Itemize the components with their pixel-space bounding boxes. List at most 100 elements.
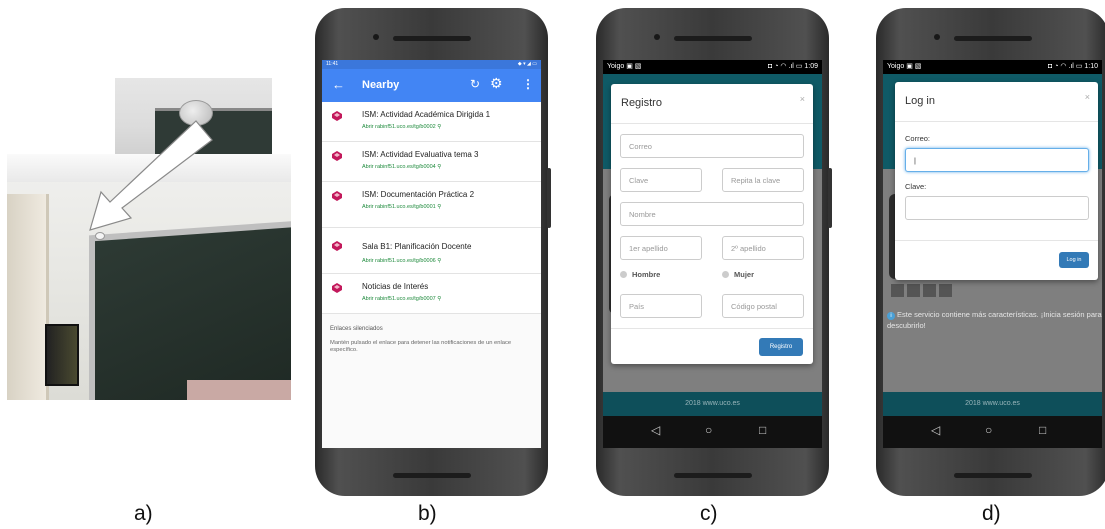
- speaker-top: [954, 36, 1032, 41]
- radio-mujer[interactable]: Mujer: [722, 270, 754, 279]
- beacon-icon: [332, 283, 342, 293]
- beacon-icon: [332, 151, 342, 161]
- info-icon: i: [887, 312, 895, 320]
- postal-code-field[interactable]: Código postal: [722, 294, 804, 318]
- status-bar: Yoigo ▣ ▧ ◘ ◔ ◠ .ıl ▭ 1:09: [603, 60, 822, 74]
- web-footer: 2018 www.uco.es: [883, 392, 1102, 416]
- list-item[interactable]: ISM: Actividad Académica Dirigida 1 Abri…: [322, 102, 541, 142]
- modal-header: Log in ×: [895, 82, 1098, 122]
- login-button[interactable]: Log in: [1059, 252, 1089, 268]
- back-icon[interactable]: ◁: [651, 423, 660, 437]
- ceiling: [7, 154, 291, 182]
- app-title: Nearby: [362, 79, 400, 91]
- speaker-bottom: [674, 473, 752, 478]
- country-field[interactable]: País: [620, 294, 702, 318]
- item-title: ISM: Actividad Académica Dirigida 1: [362, 110, 491, 119]
- status-icons: ◘ ◔ ◠ .ıl ▭ 1:10: [1048, 63, 1098, 70]
- close-icon[interactable]: ×: [1085, 92, 1090, 102]
- power-button: [547, 168, 551, 228]
- modal-header: Registro ×: [611, 84, 813, 124]
- photo-beacon-closeup: [115, 78, 272, 158]
- list-item[interactable]: Noticias de Interés Abrir rabinf51.uco.e…: [322, 274, 541, 314]
- list-item[interactable]: Sala B1: Planificación Docente Abrir rab…: [322, 228, 541, 274]
- status-bar: 11:41 ◆ ▾ ◢ ▭: [322, 60, 541, 69]
- recents-icon[interactable]: □: [1039, 423, 1046, 437]
- item-url[interactable]: Abrir rabinf51.uco.es/tg/b0002 ⚲: [362, 124, 441, 130]
- name-field[interactable]: Nombre: [620, 202, 804, 226]
- modal-title: Registro: [621, 97, 662, 109]
- item-title: Sala B1: Planificación Docente: [362, 242, 472, 251]
- surname2-field[interactable]: 2º apellido: [722, 236, 804, 260]
- web-squares: [891, 284, 955, 302]
- list-item[interactable]: ISM: Documentación Práctica 2 Abrir rabi…: [322, 182, 541, 228]
- android-navbar: ◁ ○ □: [883, 416, 1102, 448]
- app-bar: ← Nearby ↻ ⚙ ⋮: [322, 69, 541, 102]
- radio-label: Mujer: [734, 270, 755, 279]
- status-carrier: Yoigo ▣ ▧: [887, 63, 922, 70]
- list-item[interactable]: ISM: Actividad Evaluativa tema 3 Abrir r…: [322, 142, 541, 182]
- speaker-top: [393, 36, 471, 41]
- wall-box: [45, 324, 79, 386]
- radio-hombre[interactable]: Hombre: [620, 270, 660, 279]
- beacon-icon: [332, 191, 342, 201]
- phone-registro: Yoigo ▣ ▧ ◘ ◔ ◠ .ıl ▭ 1:09 2018 www.uco.…: [596, 8, 832, 496]
- home-icon[interactable]: ○: [705, 423, 712, 437]
- back-icon[interactable]: ◁: [931, 423, 940, 437]
- item-url[interactable]: Abrir rabinf51.uco.es/tg/b0006 ⚲: [362, 258, 441, 264]
- chalkboard: [95, 226, 291, 400]
- phone-login: Yoigo ▣ ▧ ◘ ◔ ◠ .ıl ▭ 1:10 i Este servici…: [876, 8, 1105, 496]
- status-icons: ◆ ▾ ◢ ▭: [517, 61, 537, 67]
- modal-title: Log in: [905, 95, 935, 107]
- item-url[interactable]: Abrir rabinf51.uco.es/tg/b0004 ⚲: [362, 164, 441, 170]
- screen-login: Yoigo ▣ ▧ ◘ ◔ ◠ .ıl ▭ 1:10 i Este servici…: [883, 60, 1102, 448]
- item-title: Noticias de Interés: [362, 282, 429, 291]
- muted-text: Mantén pulsado el enlace para detener la…: [330, 340, 512, 353]
- info-message: i Este servicio contiene más característi…: [887, 309, 1102, 331]
- beacon-icon: [332, 241, 342, 251]
- radio-label: Hombre: [632, 270, 661, 279]
- chalkboard-edge: [155, 108, 272, 158]
- registro-button[interactable]: Registro: [759, 338, 803, 356]
- floor-object: [187, 380, 291, 400]
- surname1-field[interactable]: 1er apellido: [620, 236, 702, 260]
- item-title: ISM: Documentación Práctica 2: [362, 190, 475, 199]
- front-camera: [654, 34, 660, 40]
- more-vert-icon[interactable]: ⋮: [522, 77, 534, 91]
- speaker-bottom: [954, 473, 1032, 478]
- phone-nearby: 11:41 ◆ ▾ ◢ ▭ ← Nearby ↻ ⚙ ⋮ ISM: Activi…: [315, 8, 551, 496]
- email-field[interactable]: |: [905, 148, 1089, 172]
- screen-registro: Yoigo ▣ ▧ ◘ ◔ ◠ .ıl ▭ 1:09 2018 www.uco.…: [603, 60, 822, 448]
- front-camera: [934, 34, 940, 40]
- refresh-icon[interactable]: ↻: [470, 77, 480, 91]
- status-bar: Yoigo ▣ ▧ ◘ ◔ ◠ .ıl ▭ 1:10: [883, 60, 1102, 74]
- password-label: Clave:: [905, 182, 927, 191]
- close-icon[interactable]: ×: [800, 94, 805, 104]
- password-field[interactable]: [905, 196, 1089, 220]
- home-icon[interactable]: ○: [985, 423, 992, 437]
- muted-links-section: Enlaces silenciados Mantén pulsado el en…: [322, 314, 541, 366]
- front-camera: [373, 34, 379, 40]
- gear-icon[interactable]: ⚙: [490, 75, 503, 92]
- radio-dot-icon: [620, 271, 627, 278]
- email-field[interactable]: Correo: [620, 134, 804, 158]
- item-url[interactable]: Abrir rabinf51.uco.es/tg/b0001 ⚲: [362, 204, 441, 210]
- password-field[interactable]: Clave: [620, 168, 702, 192]
- radio-dot-icon: [722, 271, 729, 278]
- muted-heading: Enlaces silenciados: [330, 326, 383, 332]
- back-arrow-icon[interactable]: ←: [332, 77, 345, 92]
- modal-footer-divider: [611, 328, 813, 329]
- power-button: [828, 168, 832, 228]
- speaker-bottom: [393, 473, 471, 478]
- speaker-top: [674, 36, 752, 41]
- repeat-password-field[interactable]: Repita la clave: [722, 168, 804, 192]
- caption-a: a): [134, 502, 153, 525]
- status-time: 11:41: [326, 61, 339, 67]
- caption-d: d): [982, 502, 1001, 525]
- web-footer: 2018 www.uco.es: [603, 392, 822, 416]
- item-title: ISM: Actividad Evaluativa tema 3: [362, 150, 479, 159]
- beacon-device: [179, 100, 213, 126]
- item-url[interactable]: Abrir rabinf51.uco.es/tg/b0007 ⚲: [362, 296, 441, 302]
- login-modal: Log in × Correo: | Clave: Log in: [895, 82, 1098, 280]
- recents-icon[interactable]: □: [759, 423, 766, 437]
- android-navbar: ◁ ○ □: [603, 416, 822, 448]
